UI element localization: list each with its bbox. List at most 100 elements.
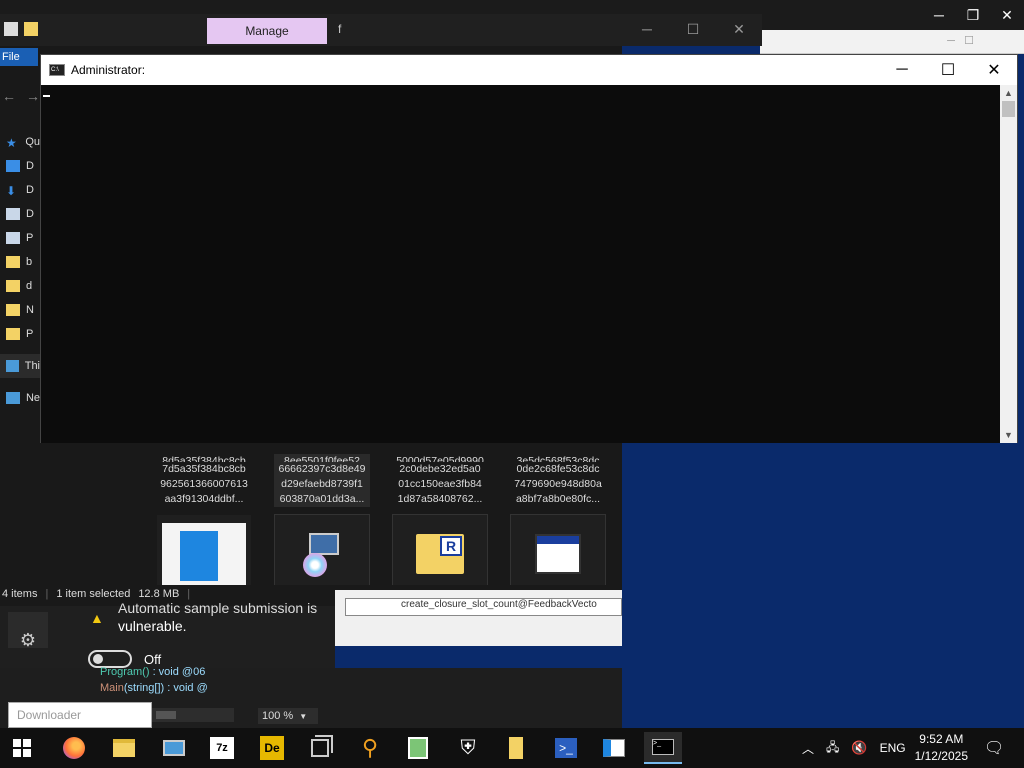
search-tool-button[interactable]: ⚲	[354, 732, 386, 764]
explorer-maximize-icon[interactable]: ☐	[670, 14, 716, 44]
selection-size: 12.8 MB	[138, 588, 180, 600]
file-name-line: d29efaebd8739f1	[281, 478, 363, 490]
taskbar: 7z De ⚲ ⛨ >_ >_ ︿ 🖧 🔇 ENG 9:52 AM 1/12/2…	[0, 728, 1024, 768]
scroll-thumb[interactable]	[1002, 101, 1015, 117]
chevron-up-icon[interactable]: ︿	[802, 740, 814, 757]
clock[interactable]: 9:52 AM 1/12/2025	[915, 731, 968, 765]
folder-icon	[6, 280, 20, 292]
sidebar-item-label: Thi	[24, 360, 40, 372]
horizontal-scrollbar[interactable]	[150, 708, 234, 722]
cmd-maximize-icon[interactable]: ☐	[925, 55, 971, 85]
network-status-icon[interactable]: 🖧	[826, 738, 839, 759]
sidebar-item-folder-d[interactable]: d	[0, 274, 40, 298]
this-pc-icon	[6, 360, 19, 372]
7zip-button[interactable]: 7z	[206, 732, 238, 764]
sidebar-item-label: b	[26, 256, 33, 268]
task-view-button[interactable]	[304, 732, 336, 764]
sidebar-item-downloads[interactable]: ⬇ D	[0, 178, 40, 202]
sidebar-item-quick-access[interactable]: ★ Qu	[0, 130, 40, 154]
file-name-4[interactable]: 3e5dc568f53c8dc 0de2c68fe53c8dc 7479690e…	[510, 454, 606, 507]
sidebar-item-documents[interactable]: D	[0, 202, 40, 226]
search-tool-icon: ⚲	[361, 735, 379, 760]
properties-icon[interactable]	[4, 22, 18, 36]
sidebar-item-folder-b[interactable]: b	[0, 250, 40, 274]
language-indicator[interactable]: ENG	[880, 741, 906, 755]
file-tile-winform[interactable]	[156, 514, 252, 594]
sidebar-item-label: D	[26, 160, 34, 172]
cmd-console[interactable]	[41, 85, 1001, 443]
start-button[interactable]	[6, 732, 38, 764]
method-args: (string[])	[123, 682, 165, 694]
nav-arrows: ← →	[0, 88, 40, 104]
file-name-3[interactable]: 5000d57e05d9990 2c0debe32ed5a0 01cc150ea…	[392, 454, 488, 507]
light-win-controls: ─ ☐	[947, 35, 974, 47]
zoom-selector[interactable]: 100 % ▼	[258, 708, 318, 724]
cmd-close-icon[interactable]: ✕	[971, 55, 1017, 85]
cmd-title: Administrator:	[71, 63, 146, 77]
quick-access-toolbar	[4, 22, 38, 36]
folder-button[interactable]	[500, 732, 532, 764]
powershell-button[interactable]: >_	[550, 732, 582, 764]
sidebar-item-folder-p[interactable]: P	[0, 322, 40, 346]
setup-installer-icon	[299, 531, 345, 577]
tab-file[interactable]: File	[0, 48, 38, 66]
behind-text-field[interactable]: create_closure_slot_count@FeedbackVecto	[345, 598, 622, 616]
network-tool-button[interactable]	[158, 732, 190, 764]
file-tile-setup[interactable]	[274, 514, 370, 594]
cmd-icon: C:\	[49, 64, 65, 76]
chevron-down-icon: ▼	[299, 711, 308, 721]
cmd-scrollbar[interactable]: ▲ ▼	[1000, 85, 1017, 443]
tab-manage[interactable]: Manage	[207, 18, 327, 44]
firefox-icon	[63, 737, 85, 759]
notepad-button[interactable]	[402, 732, 434, 764]
file-name-line: 7d5a35f384bc8cb	[162, 463, 246, 475]
sidebar-item-network[interactable]: Ne	[0, 386, 40, 410]
code-line-2[interactable]: Main(string[]) : void @	[100, 682, 208, 694]
warning-icon: ▲	[90, 610, 104, 626]
method-signature: : void @	[164, 682, 208, 694]
file-tile-resource[interactable]: R	[392, 514, 488, 594]
code-line-1[interactable]: Program() : void @06	[100, 666, 205, 678]
cmd-window: C:\ Administrator: ─ ☐ ✕ ▲ ▼	[40, 54, 1018, 443]
sidebar-item-pictures[interactable]: P	[0, 226, 40, 250]
file-tile-window-app[interactable]	[510, 514, 606, 594]
dex-icon: De	[260, 736, 284, 760]
cmd-titlebar[interactable]: C:\ Administrator: ─ ☐ ✕	[41, 55, 1017, 85]
notice-text-line1: Automatic sample submission is	[118, 600, 318, 616]
security-button[interactable]: ⛨	[452, 732, 484, 764]
forward-arrow-icon[interactable]: →	[26, 88, 40, 104]
sidebar-item-label: D	[26, 208, 34, 220]
bg-restore-icon[interactable]: ❐	[956, 0, 990, 30]
notification-center-icon[interactable]: 🗨	[984, 728, 1004, 768]
shield-icon: ⛨	[460, 736, 476, 759]
scroll-up-icon[interactable]: ▲	[1000, 85, 1017, 101]
clock-time: 9:52 AM	[919, 732, 964, 746]
file-name-1[interactable]: 8d5a35f384bc8cb 7d5a35f384bc8cb 96256136…	[156, 454, 252, 507]
folder-icon	[6, 256, 20, 268]
sidebar-item-this-pc[interactable]: Thi	[0, 354, 40, 378]
sidebar-item-folder-n[interactable]: N	[0, 298, 40, 322]
dex-tool-button[interactable]: De	[256, 732, 288, 764]
cmd-minimize-icon[interactable]: ─	[879, 55, 925, 85]
volume-muted-icon[interactable]: 🔇	[851, 740, 867, 756]
file-name-2-selected[interactable]: 8ee5501f0fee52 66662397c3d8e49 d29efaebd…	[274, 454, 370, 507]
scroll-down-icon[interactable]: ▼	[1000, 427, 1017, 443]
file-name-line: 8d5a35f384bc8cb	[162, 455, 246, 462]
start-icon	[13, 739, 31, 757]
method-name: Main	[100, 682, 124, 694]
downloader-input[interactable]: Downloader	[8, 702, 152, 728]
file-name-line: 7479690e948d80a	[514, 478, 602, 490]
back-arrow-icon[interactable]: ←	[2, 88, 16, 104]
sidebar-item-desktop[interactable]: D	[0, 154, 40, 178]
explorer-minimize-icon[interactable]: ─	[624, 14, 670, 44]
cmd-taskbar-button[interactable]: >_	[644, 732, 682, 764]
network-icon	[6, 392, 20, 404]
bg-close-icon[interactable]: ✕	[990, 0, 1024, 30]
bg-minimize-icon[interactable]: ─	[922, 0, 956, 30]
firefox-button[interactable]	[58, 732, 90, 764]
window-app-button[interactable]	[598, 732, 630, 764]
explorer-close-icon[interactable]: ✕	[716, 14, 762, 44]
new-folder-icon[interactable]	[24, 22, 38, 36]
file-explorer-button[interactable]	[108, 732, 140, 764]
sidebar-item-label: D	[26, 184, 34, 196]
